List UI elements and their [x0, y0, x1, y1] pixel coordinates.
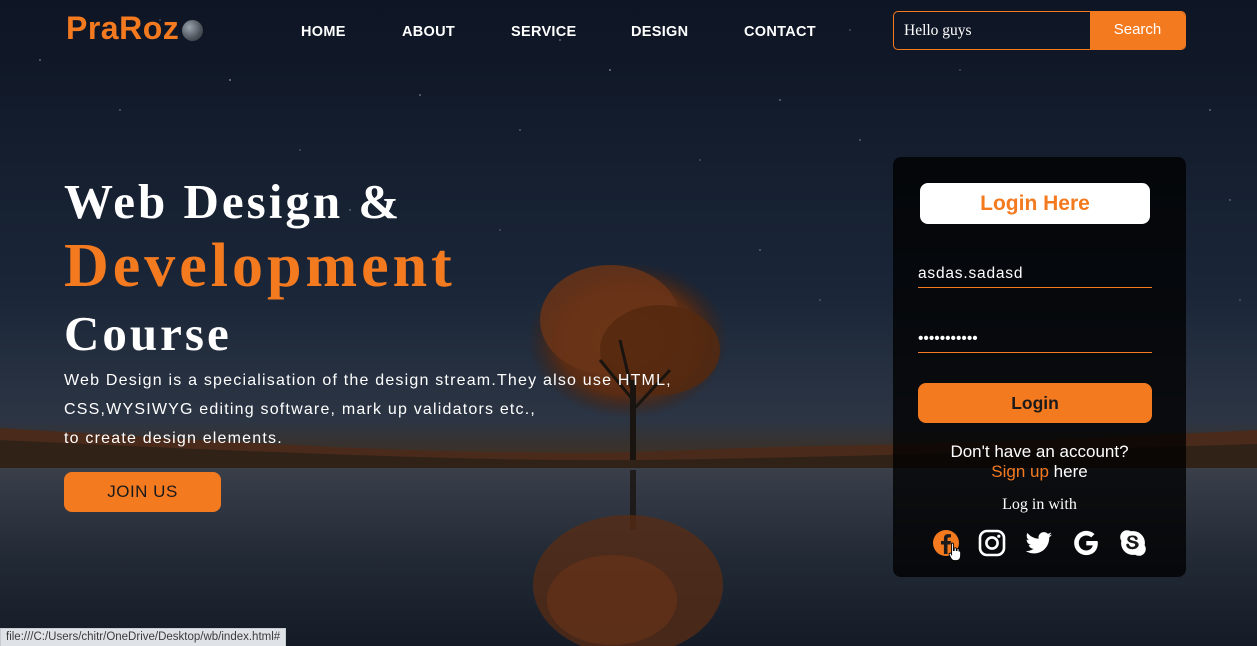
join-us-button[interactable]: JOIN US	[64, 472, 221, 512]
hand-cursor-icon	[948, 542, 962, 562]
skype-icon[interactable]	[1118, 528, 1148, 558]
username-input[interactable]	[918, 260, 1152, 288]
signup-prompt: Sign up here	[893, 462, 1186, 482]
twitter-icon[interactable]	[1024, 528, 1054, 558]
hero-title-line3: Course	[64, 306, 232, 361]
no-account-text: Don't have an account?	[950, 442, 1129, 461]
login-card: Login Here Login Don't have an account? …	[893, 157, 1186, 577]
nav-design-link[interactable]: DESIGN	[631, 24, 688, 40]
hero-description: Web Design is a specialisation of the de…	[64, 366, 704, 453]
search-button[interactable]: Search	[1090, 12, 1185, 49]
search-input[interactable]	[894, 12, 1090, 49]
signup-suffix: here	[1048, 462, 1088, 481]
instagram-icon[interactable]	[977, 528, 1007, 558]
hero-title-line1: Web Design &	[64, 174, 403, 229]
google-icon[interactable]	[1071, 528, 1101, 558]
site-logo[interactable]: PraRoz	[66, 10, 179, 47]
hero-title-highlight: Development	[64, 232, 456, 300]
password-input[interactable]	[918, 325, 1152, 353]
login-title: Login Here	[920, 183, 1150, 224]
login-button[interactable]: Login	[918, 383, 1152, 423]
hero-description-line: to create design elements.	[64, 430, 283, 447]
nav-service-link[interactable]: SERVICE	[511, 24, 577, 40]
signup-link[interactable]: Sign up	[991, 462, 1049, 481]
search-form: Search	[893, 11, 1186, 50]
nav-about-link[interactable]: ABOUT	[402, 24, 455, 40]
browser-status-bar: file:///C:/Users/chitr/OneDrive/Desktop/…	[0, 628, 287, 646]
hero-description-line: Web Design is a specialisation of the de…	[64, 372, 672, 389]
login-with-label: Log in with	[1002, 496, 1077, 513]
nav-contact-link[interactable]: CONTACT	[744, 24, 816, 40]
hero-description-line: CSS,WYSIWYG editing software, mark up va…	[64, 401, 537, 418]
moon-logo-icon	[182, 20, 203, 41]
nav-home-link[interactable]: HOME	[301, 24, 346, 40]
